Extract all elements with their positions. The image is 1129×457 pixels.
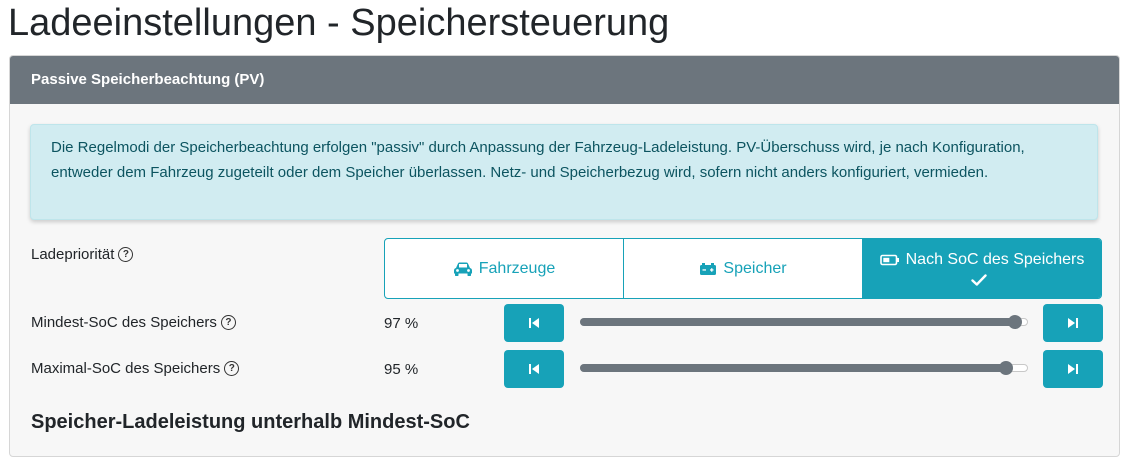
priority-option-label: Nach SoC des Speichers (905, 251, 1085, 268)
priority-option-vehicles[interactable]: Fahrzeuge (385, 239, 624, 298)
step-forward-icon (1068, 318, 1078, 328)
min-soc-label: Mindest-SoC des Speichers (31, 314, 217, 331)
slider-thumb[interactable] (1007, 315, 1022, 329)
min-soc-increase-button[interactable] (1043, 304, 1103, 342)
max-soc-label-row: Maximal-SoC des Speichers ? (31, 360, 240, 377)
slider-fill (580, 318, 1015, 326)
slider-thumb[interactable] (998, 361, 1013, 375)
max-soc-label: Maximal-SoC des Speichers (31, 360, 221, 377)
help-icon[interactable]: ? (220, 315, 236, 330)
step-backward-icon (529, 318, 539, 328)
card-header: Passive Speicherbeachtung (PV) (10, 56, 1119, 104)
priority-option-label: Fahrzeuge (478, 259, 556, 277)
max-soc-value: 95 % (384, 361, 419, 378)
min-soc-decrease-button[interactable] (504, 304, 564, 342)
step-forward-icon (1068, 364, 1078, 374)
priority-option-storage[interactable]: Speicher (624, 239, 863, 298)
max-soc-increase-button[interactable] (1043, 350, 1103, 388)
slider-fill (580, 364, 1006, 372)
passive-storage-card: Passive Speicherbeachtung (PV) Die Regel… (9, 55, 1120, 457)
priority-option-storage-soc[interactable]: Nach SoC des Speichers (863, 239, 1101, 298)
min-soc-slider[interactable] (580, 315, 1028, 329)
priority-button-group: Fahrzeuge Speicher Nach SoC des Speicher… (384, 238, 1102, 299)
priority-label-row: Ladepriorität ? (31, 246, 134, 263)
battery-icon (700, 263, 717, 275)
priority-option-label: Speicher (723, 259, 787, 277)
page-title: Ladeeinstellungen - Speichersteuerung (8, 2, 670, 44)
check-icon (971, 274, 987, 286)
min-soc-value: 97 % (384, 315, 419, 332)
help-icon[interactable]: ? (118, 247, 134, 262)
section-title: Speicher-Ladeleistung unterhalb Mindest-… (31, 411, 470, 433)
min-soc-label-row: Mindest-SoC des Speichers ? (31, 314, 236, 331)
step-backward-icon (529, 364, 539, 374)
battery-half-icon (879, 254, 899, 266)
info-alert: Die Regelmodi der Speicherbeachtung erfo… (30, 124, 1098, 220)
max-soc-decrease-button[interactable] (504, 350, 564, 388)
max-soc-slider[interactable] (580, 361, 1028, 375)
help-icon[interactable]: ? (224, 361, 240, 376)
priority-label: Ladepriorität (31, 246, 115, 263)
car-icon (453, 262, 472, 276)
